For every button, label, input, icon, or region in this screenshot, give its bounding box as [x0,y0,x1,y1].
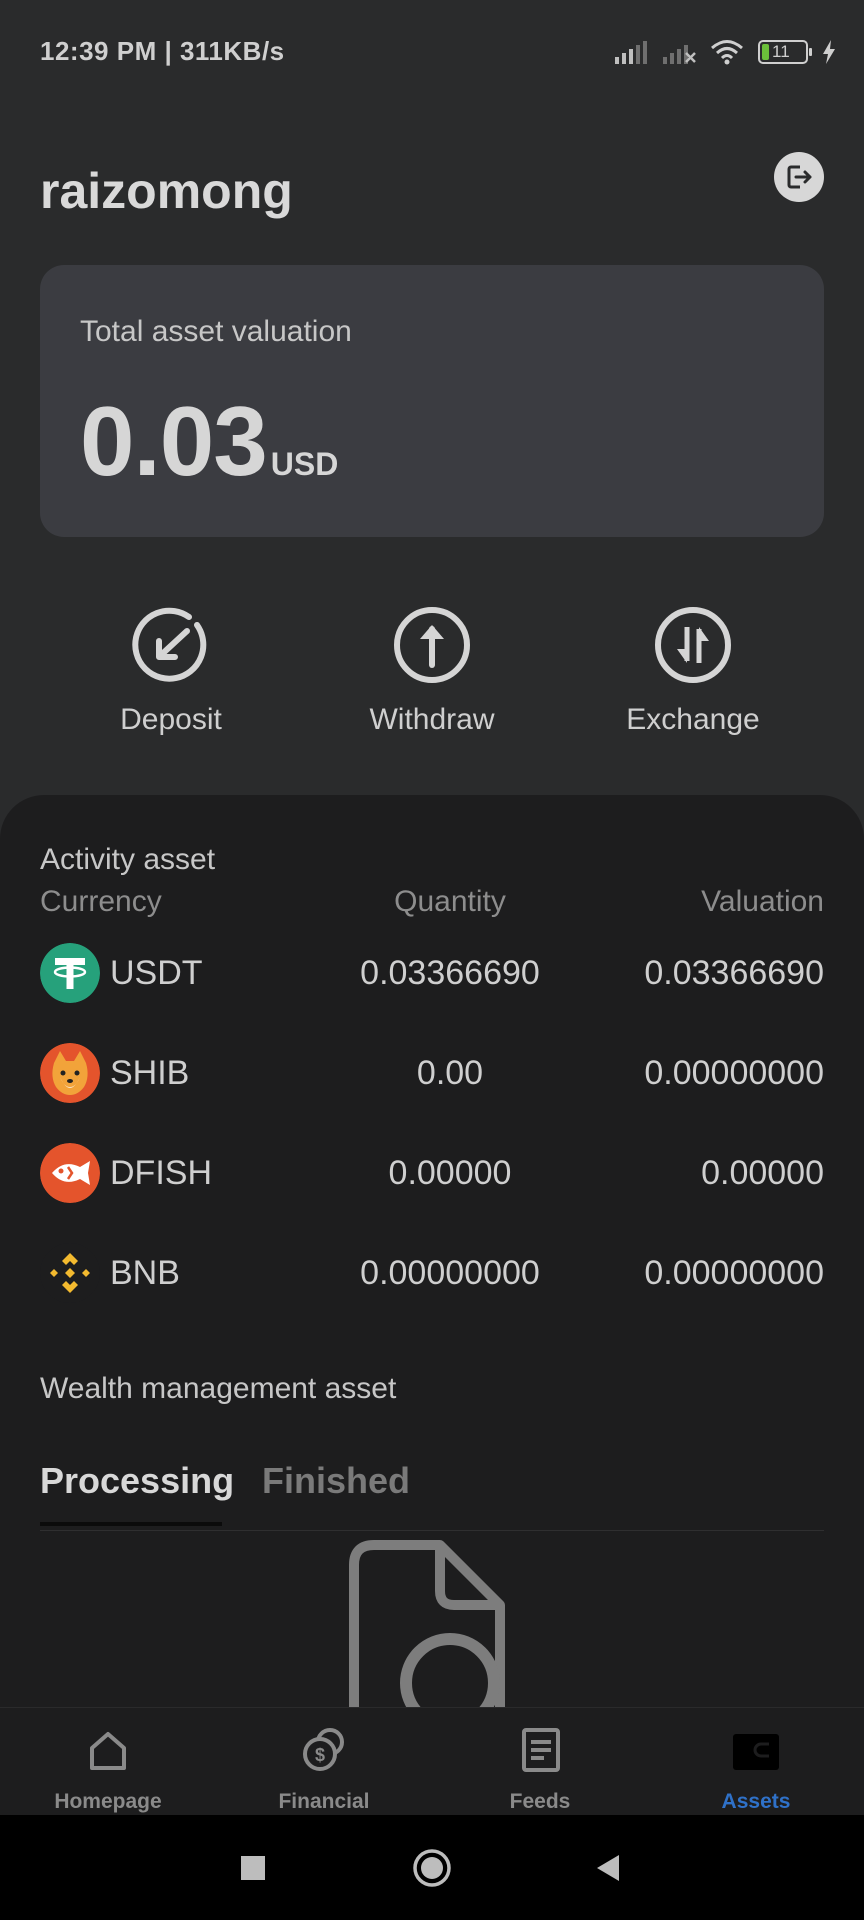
wealth-asset-title: Wealth management asset [40,1372,397,1405]
tab-processing[interactable]: Processing [40,1460,234,1502]
asset-quantity: 0.03366690 [360,954,540,992]
nav-assets[interactable]: Assets [648,1708,864,1816]
asset-row-bnb[interactable]: BNB 0.00000000 0.00000000 [40,1238,824,1308]
asset-currency: USD [270,446,339,482]
usdt-icon [40,943,100,1003]
asset-valuation-value: 0.03 USD [80,385,338,498]
recents-button[interactable] [193,1815,313,1920]
status-icons: 11 [614,36,836,68]
exchange-button[interactable]: Exchange [583,605,803,737]
nav-homepage-label: Homepage [54,1790,162,1813]
nav-financial[interactable]: $ Financial [216,1708,432,1816]
asset-row-usdt[interactable]: USDT 0.03366690 0.03366690 [40,938,824,1008]
asset-valuation-card: Total asset valuation 0.03 USD [40,265,824,537]
asset-valuation: 0.00000000 [644,1054,824,1092]
tab-active-indicator [40,1522,222,1526]
asset-symbol: USDT [110,954,203,992]
asset-valuation: 0.03366690 [644,954,824,992]
asset-valuation: 0.00000000 [644,1254,824,1292]
back-button[interactable] [548,1815,668,1920]
assets-screen: 12:39 PM | 311KB/s 11 raizomong Total as… [0,0,864,1920]
column-currency: Currency [40,885,162,918]
asset-valuation-label: Total asset valuation [80,315,352,348]
charging-icon [823,40,835,64]
status-bar: 12:39 PM | 311KB/s 11 [0,0,864,105]
asset-row-shib[interactable]: SHIB 0.00 0.00000000 [40,1038,824,1108]
financial-icon: $ [303,1728,344,1771]
dfish-icon [40,1143,100,1203]
signal-no-service-icon [663,45,696,64]
logout-icon [787,165,812,189]
asset-quantity: 0.00 [416,1054,484,1092]
nav-feeds-label: Feeds [509,1790,571,1813]
battery-level: 11 [772,42,790,61]
empty-document-search-icon [349,1540,505,1715]
asset-row-dfish[interactable]: DFISH 0.00000 0.00000 [40,1138,824,1208]
deposit-label: Deposit [120,703,222,736]
nav-feeds[interactable]: Feeds [432,1708,648,1816]
status-time: 12:39 PM | 311KB/s [40,36,285,66]
home-icon [90,1732,126,1770]
asset-valuation: 0.00000 [701,1154,824,1192]
recents-icon [241,1855,265,1880]
feeds-icon [522,1728,560,1772]
withdraw-icon [394,607,470,683]
asset-symbol: BNB [110,1254,180,1292]
wealth-tabs: Processing Finished [40,1460,824,1531]
column-valuation: Valuation [701,885,824,918]
bnb-icon [40,1243,100,1303]
asset-quantity: 0.00000 [388,1154,512,1192]
nav-financial-label: Financial [278,1790,370,1813]
withdraw-button[interactable]: Withdraw [322,605,542,737]
withdraw-label: Withdraw [369,703,495,736]
home-button[interactable] [372,1815,492,1920]
nav-homepage[interactable]: Homepage [0,1708,216,1816]
exchange-label: Exchange [626,703,760,736]
bottom-navigation: Homepage $ Financial Feeds Assets [0,1707,864,1816]
asset-quantity: 0.00000000 [360,1254,540,1292]
signal-icon [615,41,647,64]
asset-symbol: DFISH [110,1154,212,1192]
logout-button[interactable] [774,152,824,202]
nav-assets-label: Assets [721,1790,791,1813]
deposit-button[interactable]: Deposit [61,605,281,737]
asset-amount: 0.03 [80,386,268,496]
back-triangle-icon [597,1854,619,1881]
activity-asset-title: Activity asset [40,843,216,876]
asset-symbol: SHIB [110,1054,190,1092]
exchange-icon [655,607,731,683]
system-navigation-bar [0,1815,864,1920]
home-circle-icon [413,1848,451,1887]
deposit-icon [132,607,207,682]
shib-icon [40,1043,100,1103]
tab-finished[interactable]: Finished [262,1460,410,1502]
wifi-icon [711,40,743,65]
column-quantity: Quantity [394,885,506,918]
battery-icon: 11 [758,40,812,64]
username: raizomong [40,163,293,219]
svg-text:$: $ [315,1745,325,1765]
wallet-icon [733,1734,779,1770]
